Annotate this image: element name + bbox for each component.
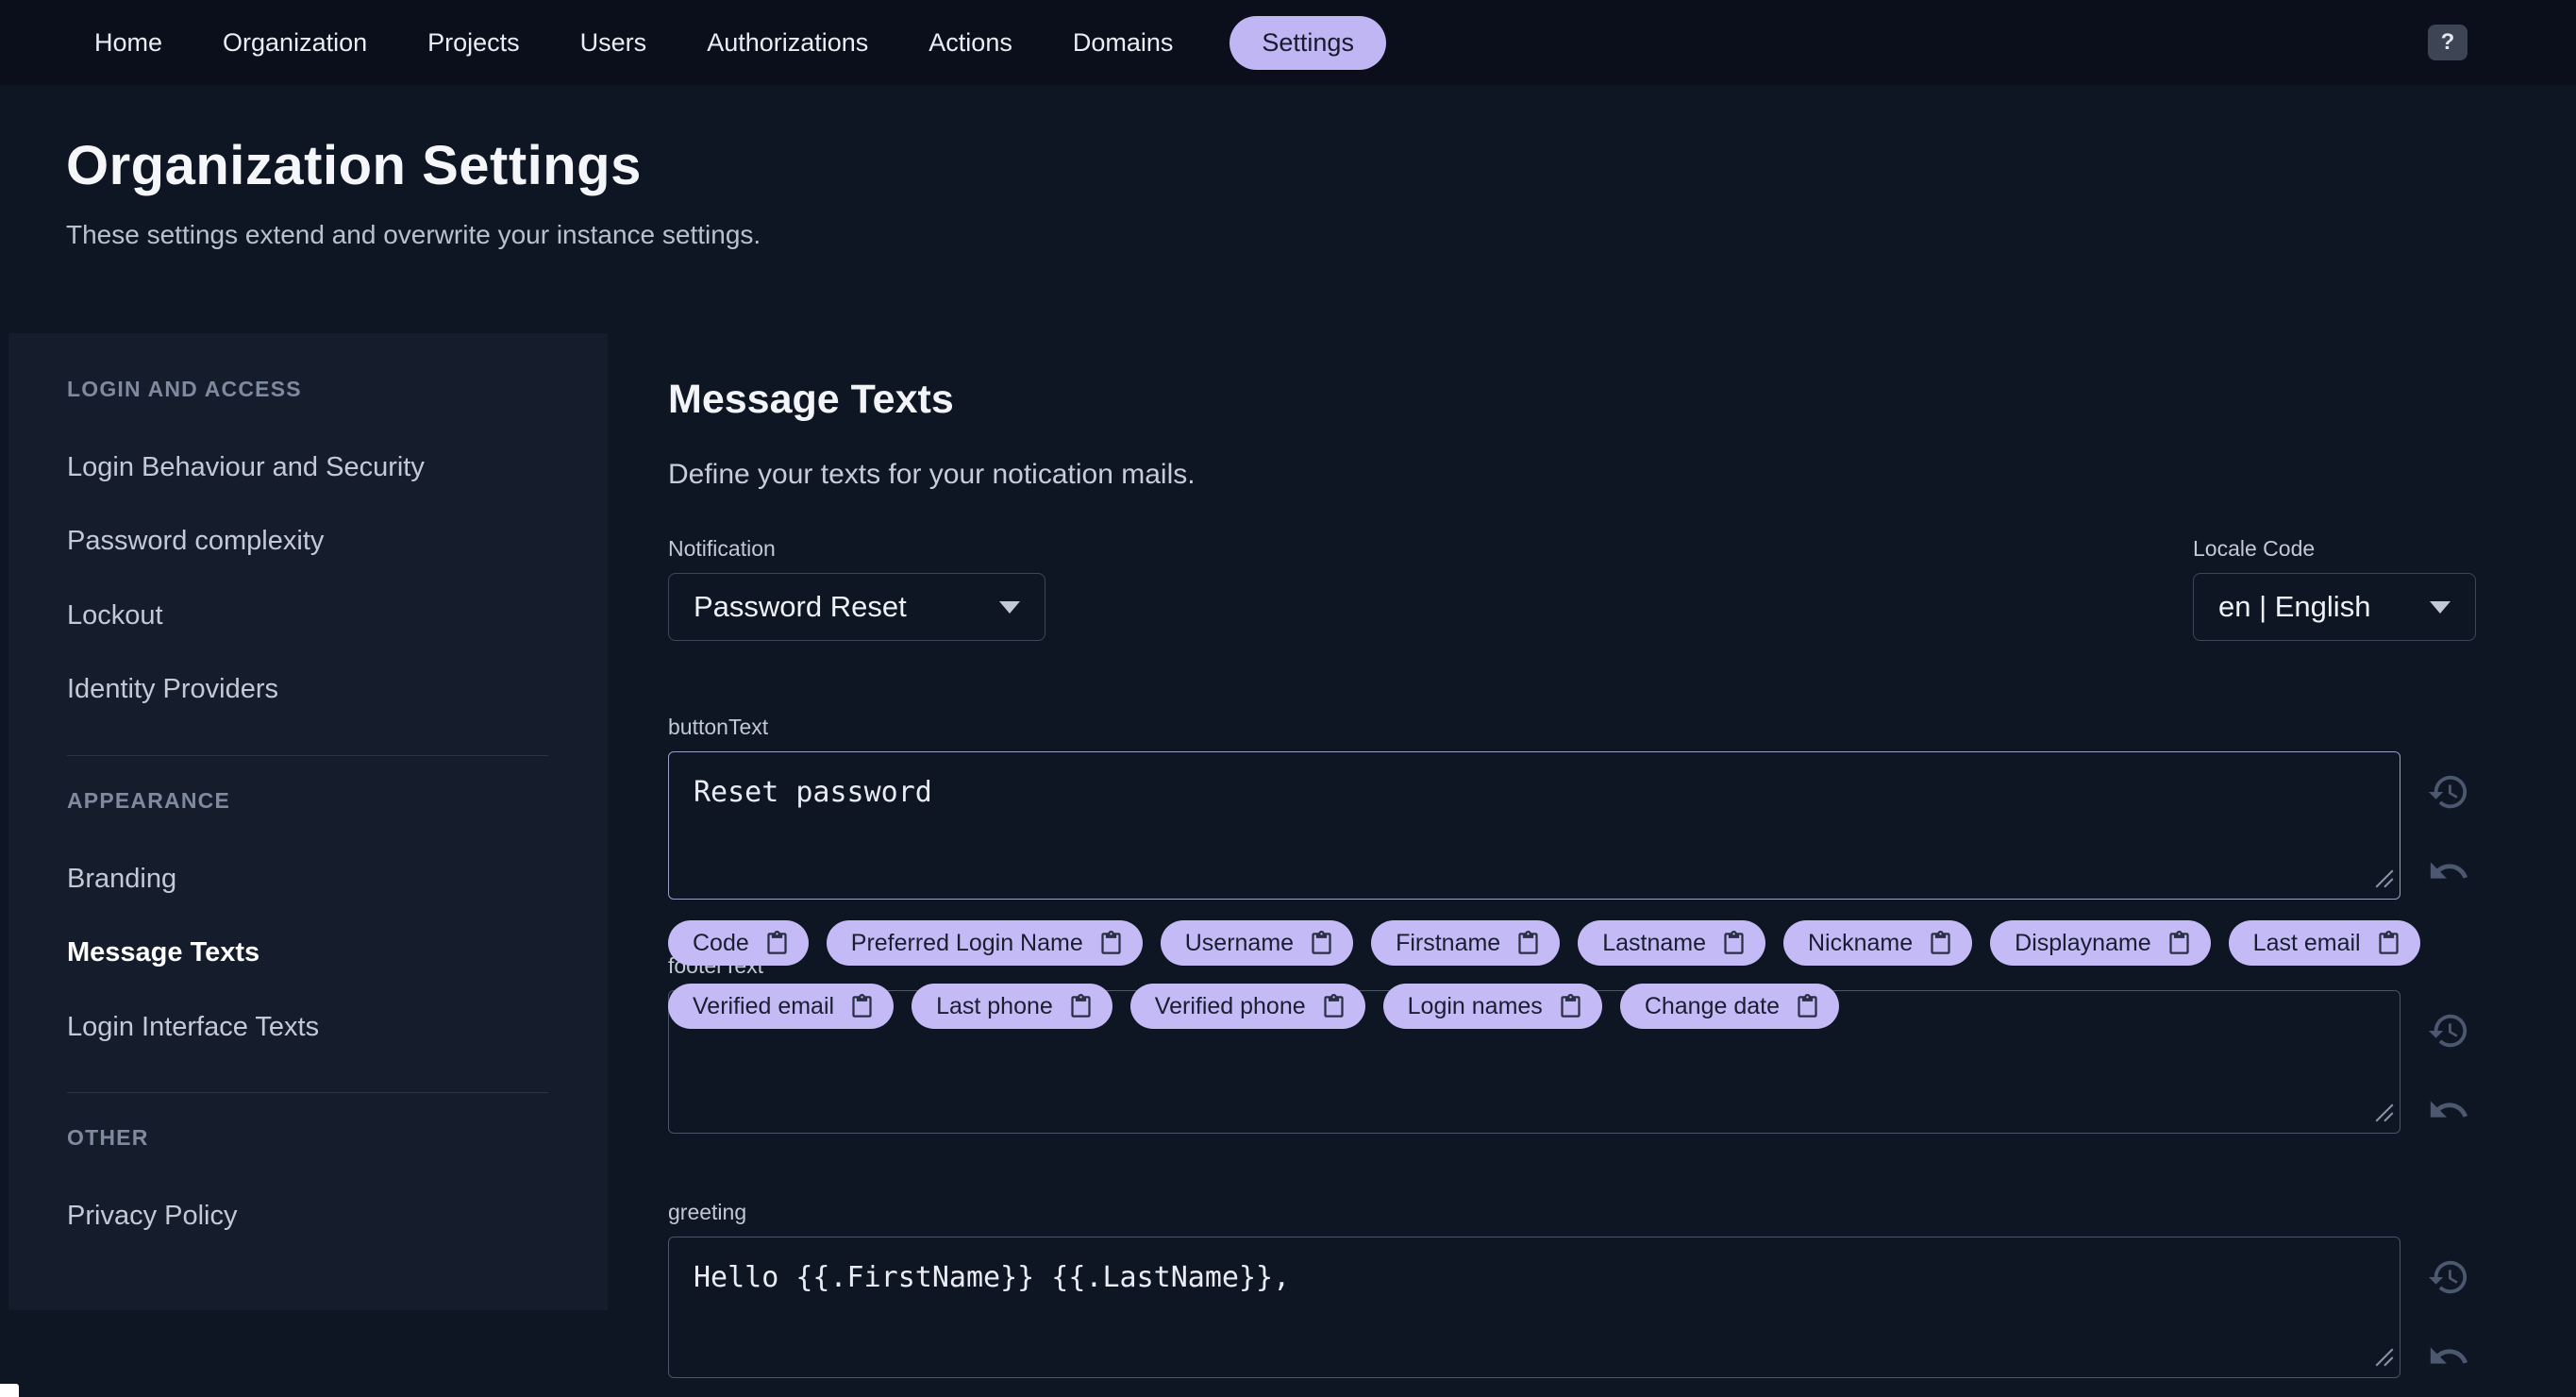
chip-username[interactable]: Username <box>1160 920 1354 966</box>
buttontext-label: buttonText <box>668 715 769 739</box>
content: LOGIN AND ACCESS Login Behaviour and Sec… <box>0 333 2576 1378</box>
clipboard-icon <box>1309 931 1334 956</box>
screen-artifact <box>0 1384 19 1397</box>
sidebar-divider <box>67 1092 548 1094</box>
chip-code[interactable]: Code <box>668 920 809 966</box>
sidebar-item-lockout[interactable]: Lockout <box>67 579 608 652</box>
clipboard-icon <box>1928 931 1953 956</box>
chip-last-phone[interactable]: Last phone <box>912 984 1112 1029</box>
nav-item-actions[interactable]: Actions <box>925 17 1016 69</box>
chip-change-date[interactable]: Change date <box>1619 984 1839 1029</box>
greeting-field-group: greeting Hello {{.FirstName}} {{.LastNam… <box>668 1200 2576 1378</box>
nav-item-authorizations[interactable]: Authorizations <box>703 17 872 69</box>
chip-label: Login names <box>1407 992 1543 1019</box>
chip-verified-phone[interactable]: Verified phone <box>1129 984 1365 1029</box>
clipboard-icon <box>1721 931 1747 956</box>
footertext-field-group: footerText <box>668 953 2576 1134</box>
top-navbar: Home Organization Projects Users Authori… <box>0 0 2576 85</box>
message-texts-panel: Message Texts Define your texts for your… <box>608 333 2576 1378</box>
locale-select-value: en | English <box>2218 590 2371 623</box>
placeholder-chips-row1: Code Preferred Login Name Username First… <box>668 920 2576 966</box>
clipboard-icon <box>1321 994 1347 1019</box>
chip-label: Verified phone <box>1154 992 1306 1019</box>
undo-icon[interactable] <box>2427 1088 2470 1132</box>
buttontext-field-group: buttonText Reset password <box>668 715 2576 900</box>
chip-last-email[interactable]: Last email <box>2228 920 2420 966</box>
chip-label: Code <box>693 929 749 956</box>
sidebar-section-other: OTHER <box>67 1125 149 1151</box>
clipboard-icon <box>1098 931 1124 956</box>
chip-label: Firstname <box>1396 929 1501 956</box>
selects-row: Notification Password Reset Locale Code … <box>668 536 2476 641</box>
locale-select[interactable]: en | English <box>2193 573 2476 641</box>
clipboard-icon <box>1558 994 1583 1019</box>
sidebar-item-login-behaviour[interactable]: Login Behaviour and Security <box>67 430 608 504</box>
clipboard-icon <box>1068 994 1094 1019</box>
notification-select-value: Password Reset <box>694 590 907 623</box>
chevron-down-icon <box>2430 600 2451 614</box>
restore-default-icon[interactable] <box>2427 770 2470 814</box>
notification-label: Notification <box>668 536 776 561</box>
settings-sidebar: LOGIN AND ACCESS Login Behaviour and Sec… <box>8 333 608 1310</box>
sidebar-item-privacy-policy[interactable]: Privacy Policy <box>67 1179 608 1253</box>
help-button[interactable]: ? <box>2428 25 2467 60</box>
clipboard-icon <box>1515 931 1541 956</box>
page: Home Organization Projects Users Authori… <box>0 0 2576 1397</box>
chip-displayname[interactable]: Displayname <box>1990 920 2211 966</box>
undo-icon[interactable] <box>2427 850 2470 893</box>
chip-preferred-login-name[interactable]: Preferred Login Name <box>826 920 1143 966</box>
chevron-down-icon <box>999 600 1020 614</box>
clipboard-icon <box>2166 931 2192 956</box>
chip-firstname[interactable]: Firstname <box>1371 920 1561 966</box>
chip-label: Displayname <box>2015 929 2151 956</box>
chip-label: Lastname <box>1602 929 1706 956</box>
buttontext-textarea[interactable]: Reset password <box>668 751 2400 900</box>
notification-select[interactable]: Password Reset <box>668 573 1045 641</box>
chip-label: Nickname <box>1808 929 1914 956</box>
chip-label: Last email <box>2252 929 2361 956</box>
sidebar-item-password-complexity[interactable]: Password complexity <box>67 504 608 578</box>
sidebar-item-identity-providers[interactable]: Identity Providers <box>67 652 608 726</box>
nav-item-users[interactable]: Users <box>577 17 651 69</box>
chip-lastname[interactable]: Lastname <box>1578 920 1765 966</box>
chip-nickname[interactable]: Nickname <box>1783 920 1973 966</box>
clipboard-icon <box>849 994 875 1019</box>
restore-default-icon[interactable] <box>2427 1255 2470 1299</box>
chip-login-names[interactable]: Login names <box>1382 984 1602 1029</box>
sidebar-section-appearance: APPEARANCE <box>67 787 231 813</box>
chip-label: Preferred Login Name <box>850 929 1083 956</box>
sidebar-divider <box>67 754 548 756</box>
page-header: Organization Settings These settings ext… <box>0 85 2576 250</box>
clipboard-icon <box>764 931 790 956</box>
nav-item-projects[interactable]: Projects <box>424 17 524 69</box>
chip-label: Verified email <box>693 992 835 1019</box>
nav-item-organization[interactable]: Organization <box>219 17 371 69</box>
sidebar-item-branding[interactable]: Branding <box>67 842 608 916</box>
clipboard-icon <box>2376 931 2401 956</box>
sidebar-section-login-access: LOGIN AND ACCESS <box>67 377 302 401</box>
page-title: Organization Settings <box>66 135 642 196</box>
chip-label: Change date <box>1644 992 1780 1019</box>
placeholder-chips-row2: Verified email Last phone Verified phone… <box>668 984 2576 1029</box>
sidebar-item-login-interface-texts[interactable]: Login Interface Texts <box>67 990 608 1064</box>
chip-verified-email[interactable]: Verified email <box>668 984 895 1029</box>
panel-title: Message Texts <box>668 377 954 422</box>
greeting-label: greeting <box>668 1200 747 1224</box>
nav-item-settings[interactable]: Settings <box>1229 15 1386 70</box>
chip-label: Username <box>1184 929 1295 956</box>
nav-item-home[interactable]: Home <box>91 17 166 69</box>
nav-item-domains[interactable]: Domains <box>1069 17 1178 69</box>
undo-icon[interactable] <box>2427 1335 2470 1378</box>
greeting-textarea[interactable]: Hello {{.FirstName}} {{.LastName}}, <box>668 1237 2400 1378</box>
locale-code-label: Locale Code <box>2193 536 2316 561</box>
clipboard-icon <box>1795 994 1820 1019</box>
page-subtitle: These settings extend and overwrite your… <box>66 220 761 249</box>
panel-subtitle: Define your texts for your notication ma… <box>668 459 1196 490</box>
chip-label: Last phone <box>936 992 1053 1019</box>
sidebar-item-message-texts[interactable]: Message Texts <box>67 916 608 989</box>
